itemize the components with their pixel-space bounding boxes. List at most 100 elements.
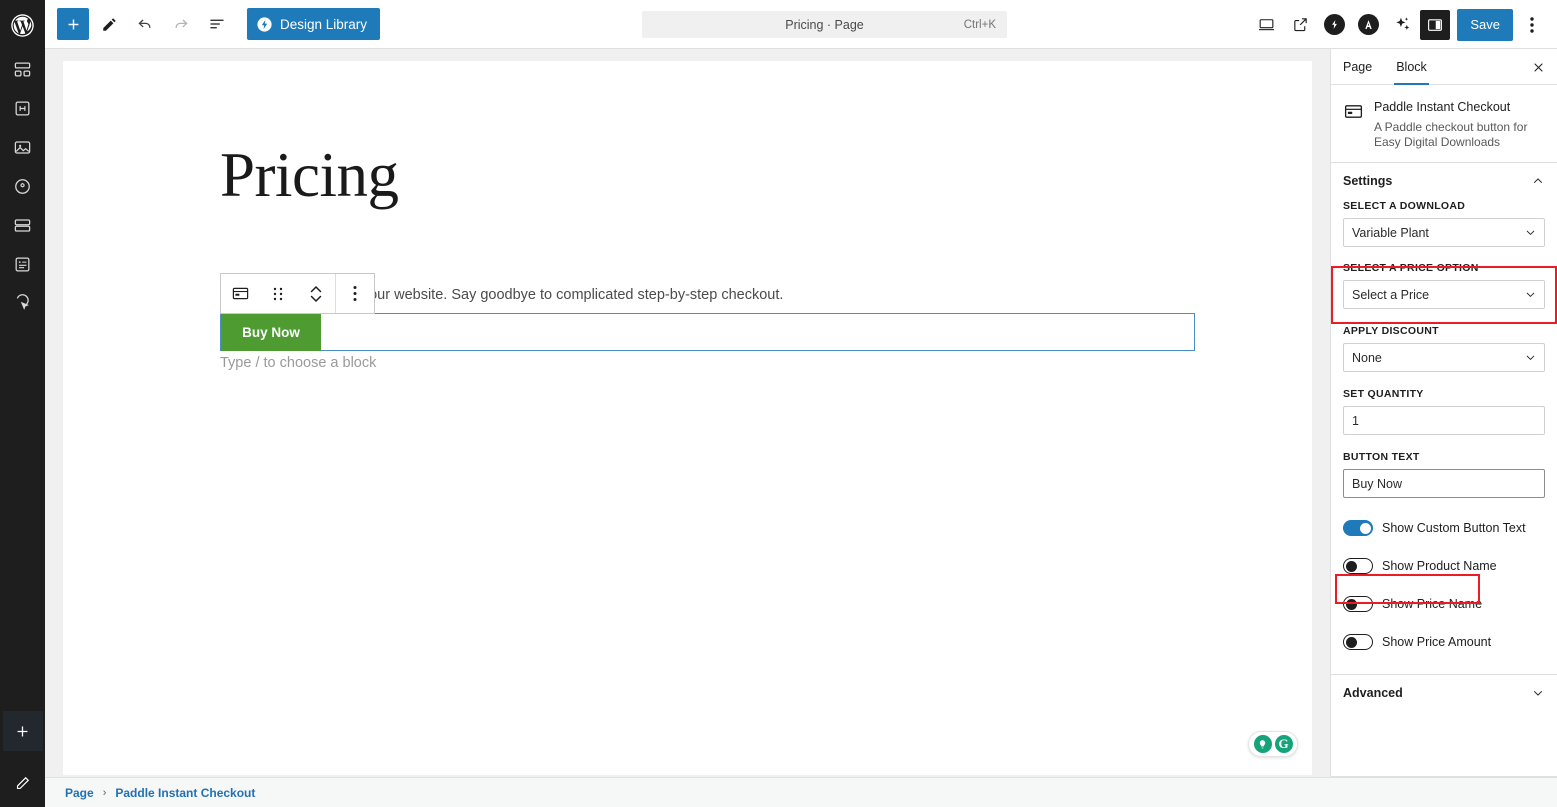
chevron-updown-icon	[309, 283, 323, 305]
select-value: None	[1352, 350, 1382, 365]
breadcrumb: Page › Paddle Instant Checkout	[45, 777, 1557, 807]
block-info-card: Paddle Instant Checkout A Paddle checkou…	[1331, 85, 1557, 162]
rail-item-settings[interactable]	[0, 167, 45, 206]
rail-add-button[interactable]	[2, 711, 43, 751]
more-options-button[interactable]	[1515, 5, 1549, 45]
credit-card-icon	[1343, 99, 1365, 127]
toggle-show-product-name[interactable]: Show Product Name	[1343, 554, 1545, 578]
editor-canvas[interactable]: Pricing heckout anywhere on your website…	[63, 61, 1312, 775]
credit-card-icon	[231, 284, 250, 303]
field-apply-discount: APPLY DISCOUNT None	[1343, 325, 1545, 372]
a-circle-icon	[1357, 14, 1379, 35]
command-title: Pricing · Page	[785, 17, 864, 32]
settings-panel-toggle-button[interactable]	[1420, 9, 1451, 40]
rail-item-list	[0, 50, 45, 323]
ai-assistant-button[interactable]	[1386, 9, 1418, 41]
design-library-label: Design Library	[280, 16, 368, 32]
toggle-label: Show Custom Button Text	[1382, 521, 1526, 535]
field-button-text: BUTTON TEXT Buy Now	[1343, 451, 1545, 498]
lightbulb-icon	[1253, 735, 1272, 753]
view-device-button[interactable]	[1250, 9, 1282, 41]
block-title: Paddle Instant Checkout	[1374, 100, 1511, 114]
rail-item-sections[interactable]	[0, 206, 45, 245]
select-a-price-option-dropdown[interactable]: Select a Price	[1343, 280, 1545, 309]
toggle-show-price-name[interactable]: Show Price Name	[1343, 592, 1545, 616]
rail-edit-button[interactable]	[0, 759, 45, 807]
toggle-show-price-amount[interactable]: Show Price Amount	[1343, 630, 1545, 654]
redo-button[interactable]	[165, 8, 197, 40]
select-a-download-dropdown[interactable]: Variable Plant	[1343, 218, 1545, 247]
rail-item-forms[interactable]	[0, 245, 45, 284]
design-library-button[interactable]: Design Library	[247, 8, 381, 40]
field-label: SELECT A DOWNLOAD	[1343, 200, 1466, 212]
wordpress-logo-icon[interactable]	[0, 0, 45, 50]
sidebar-panel-icon	[1426, 16, 1444, 34]
breadcrumb-item-block[interactable]: Paddle Instant Checkout	[115, 786, 255, 800]
top-bar-right-tools: Save	[1250, 0, 1557, 49]
sidebar-bottom-divider	[1330, 776, 1557, 777]
field-label: SELECT A PRICE OPTION	[1343, 262, 1479, 274]
page-title[interactable]: Pricing	[220, 139, 399, 212]
rail-item-media[interactable]	[0, 128, 45, 167]
save-label: Save	[1470, 17, 1500, 32]
field-label: BUTTON TEXT	[1343, 451, 1420, 463]
select-value: Variable Plant	[1352, 225, 1429, 240]
close-icon	[1532, 61, 1545, 74]
drag-handle[interactable]	[259, 274, 297, 313]
block-options-button[interactable]	[336, 274, 374, 313]
toggle-switch[interactable]	[1343, 520, 1373, 536]
advanced-section-title: Advanced	[1343, 685, 1403, 700]
close-sidebar-button[interactable]	[1525, 54, 1551, 80]
buy-now-button[interactable]: Buy Now	[221, 314, 321, 351]
top-bar-left-tools: Design Library	[45, 8, 381, 40]
add-block-button[interactable]	[57, 8, 89, 40]
undo-button[interactable]	[129, 8, 161, 40]
grammarly-widget[interactable]: G	[1248, 731, 1298, 757]
breadcrumb-item-page[interactable]: Page	[65, 786, 94, 800]
save-button[interactable]: Save	[1457, 8, 1513, 41]
chevron-down-icon	[1524, 226, 1537, 239]
toggle-switch[interactable]	[1343, 634, 1373, 650]
tab-page[interactable]: Page	[1331, 49, 1384, 84]
chevron-down-icon	[1524, 351, 1537, 364]
vertical-ellipsis-icon	[1530, 16, 1534, 34]
toggle-label: Show Price Amount	[1382, 635, 1492, 649]
rail-item-templates[interactable]	[0, 50, 45, 89]
toggle-switch[interactable]	[1343, 596, 1373, 612]
editor-top-bar: Design Library Pricing · Page Ctrl+K Sav…	[45, 0, 1557, 49]
advanced-section-header[interactable]: Advanced	[1331, 674, 1557, 710]
rail-item-headers[interactable]	[0, 89, 45, 128]
chevron-down-icon	[1531, 686, 1545, 700]
tools-edit-button[interactable]	[93, 8, 125, 40]
paddle-checkout-block[interactable]: Buy Now	[220, 313, 1195, 351]
drag-dots-icon	[273, 286, 283, 302]
field-select-a-price-option: SELECT A PRICE OPTION Select a Price	[1343, 262, 1545, 309]
field-label: SET QUANTITY	[1343, 388, 1424, 400]
settings-section-header[interactable]: Settings	[1331, 162, 1557, 198]
field-select-a-download: SELECT A DOWNLOAD Variable Plant	[1343, 200, 1545, 247]
toggle-label: Show Price Name	[1382, 597, 1483, 611]
toggle-show-custom-button-text[interactable]: Show Custom Button Text	[1343, 516, 1545, 540]
rail-item-interactions[interactable]	[0, 284, 45, 323]
view-preview-button[interactable]	[1284, 9, 1316, 41]
document-overview-button[interactable]	[201, 8, 233, 40]
command-shortcut: Ctrl+K	[963, 18, 996, 31]
tab-block[interactable]: Block	[1384, 49, 1439, 85]
empty-paragraph-placeholder[interactable]: Type / to choose a block	[220, 355, 376, 371]
wordpress-block-editor: Design Library Pricing · Page Ctrl+K Sav…	[0, 0, 1557, 807]
field-set-quantity: SET QUANTITY 1	[1343, 388, 1545, 435]
settings-sidebar: Page Block Paddle Instant Checkout A Pad…	[1330, 49, 1557, 777]
apply-discount-dropdown[interactable]: None	[1343, 343, 1545, 372]
block-type-button[interactable]	[221, 274, 259, 313]
toggle-switch[interactable]	[1343, 558, 1373, 574]
seedprod-button[interactable]	[1318, 9, 1350, 41]
move-updown-button[interactable]	[297, 274, 335, 313]
button-text-input[interactable]: Buy Now	[1343, 469, 1545, 498]
chevron-down-icon	[1524, 288, 1537, 301]
set-quantity-input[interactable]: 1	[1343, 406, 1545, 435]
command-palette-bar[interactable]: Pricing · Page Ctrl+K	[642, 11, 1007, 38]
vertical-ellipsis-icon	[353, 285, 357, 302]
editor-canvas-wrapper: Pricing heckout anywhere on your website…	[45, 49, 1330, 777]
aioseo-button[interactable]	[1352, 9, 1384, 41]
select-value: Select a Price	[1352, 287, 1430, 302]
